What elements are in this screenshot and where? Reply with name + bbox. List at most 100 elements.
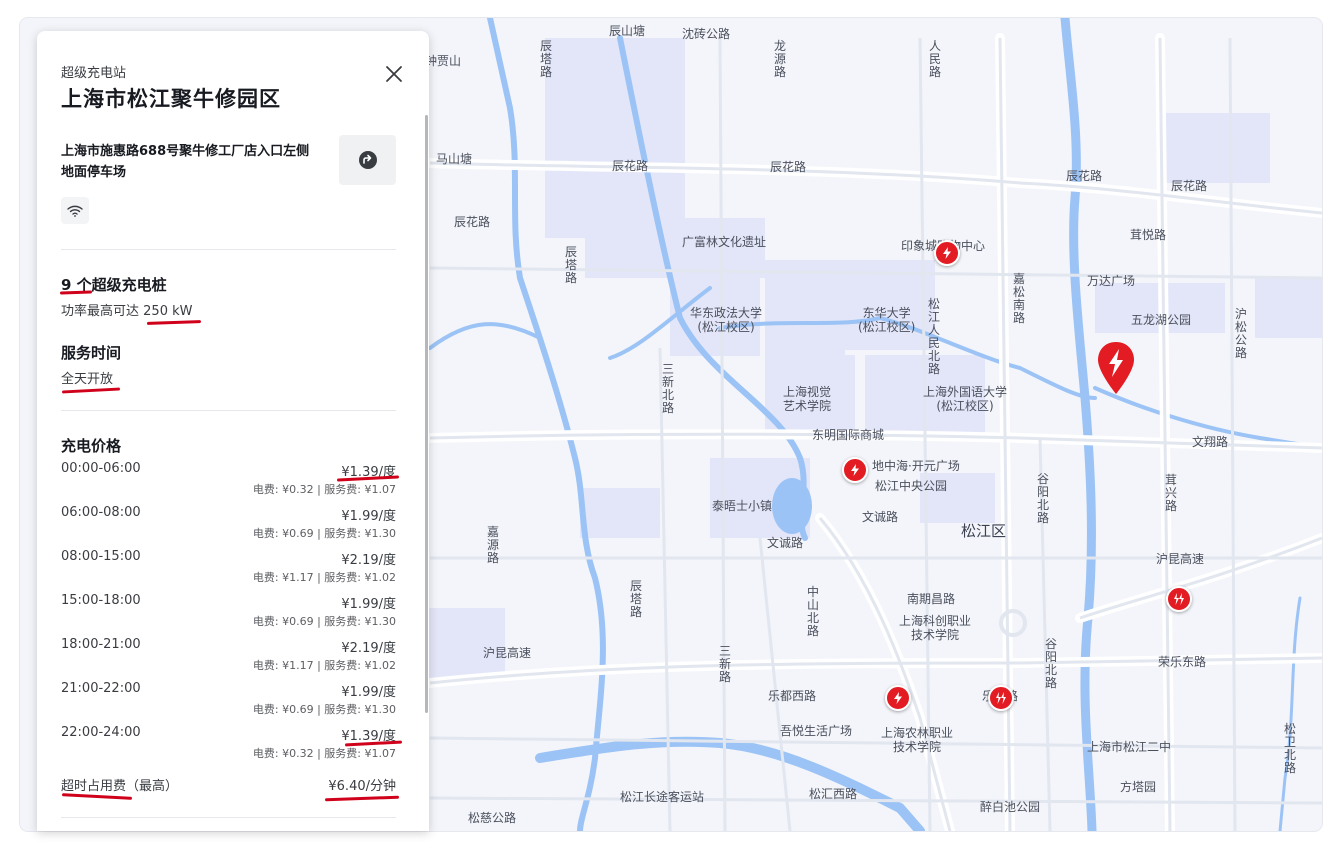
map-label: 上海市松江二中: [1087, 740, 1172, 754]
price-time-range: 21:00-22:00: [61, 681, 141, 696]
price-breakdown: 电费: ¥0.32 | 服务费: ¥1.07: [252, 483, 396, 496]
price-time-range: 15:00-18:00: [61, 593, 141, 608]
panel-scrollbar[interactable]: [425, 115, 428, 713]
selected-location-marker[interactable]: [1096, 340, 1136, 396]
map-label: 沪昆高速: [1156, 552, 1205, 566]
charger-pin[interactable]: [885, 685, 911, 711]
map-label: 辰花路: [1171, 179, 1208, 193]
map-label: 上海视觉 艺术学院: [783, 385, 832, 413]
map-label: 谷阳北路: [1036, 472, 1049, 525]
station-title: 上海市松江聚牛修园区: [61, 87, 281, 111]
price-time-range: 06:00-08:00: [61, 505, 141, 520]
map-label: 方塔园: [1120, 780, 1157, 794]
bolt-icon: [943, 247, 951, 259]
price-per-kwh: ¥1.99/度: [341, 597, 396, 612]
map-label: 龙源路: [773, 39, 786, 79]
map-label: 醉白池公园: [980, 800, 1041, 814]
map-label: 三新路: [718, 644, 731, 684]
map-label: 沪昆高速: [483, 646, 532, 660]
annotation-underline: [324, 795, 400, 802]
map-label: 地中海·开元广场: [872, 459, 960, 473]
map-label: 上海科创职业 技术学院: [899, 614, 972, 642]
double-bolt-icon: [996, 692, 1006, 704]
price-time-range: 08:00-15:00: [61, 549, 141, 564]
double-bolt-icon: [1174, 593, 1184, 605]
map-label: 辰塔路: [539, 39, 552, 79]
map-label: 东华大学 (松江校区): [858, 306, 916, 334]
bolt-icon: [894, 692, 902, 704]
map-label: 三新北路: [661, 362, 674, 415]
price-breakdown: 电费: ¥0.69 | 服务费: ¥1.30: [252, 527, 396, 540]
map-label: 五龙湖公园: [1131, 313, 1192, 327]
map-label: 华东政法大学 (松江校区): [690, 306, 763, 334]
directions-icon: [358, 151, 377, 169]
map-label: 乐都西路: [768, 689, 817, 703]
map-label: 辰山塘: [609, 24, 646, 38]
price-breakdown: 电费: ¥0.69 | 服务费: ¥1.30: [252, 615, 396, 628]
charger-pin-cluster[interactable]: [1166, 586, 1192, 612]
power-value: 250 kW: [143, 304, 193, 319]
map-label: 上海外国语大学 (松江校区): [923, 385, 1008, 413]
divider: [61, 410, 396, 411]
map-label: 荣乐东路: [1158, 655, 1207, 669]
map-label: 钟贾山: [425, 54, 462, 68]
map-label: 辰塔路: [629, 579, 642, 619]
price-breakdown: 电费: ¥0.32 | 服务费: ¥1.07: [252, 747, 396, 760]
map-label: 松汇西路: [809, 787, 858, 801]
annotation-underline: [61, 387, 121, 394]
map-label: 谷阳北路: [1044, 637, 1057, 690]
map-label: 南期昌路: [907, 592, 956, 606]
map-label: 吾悦生活广场: [780, 724, 853, 738]
map-label: 中山北路: [806, 585, 819, 638]
map-label: 嘉松南路: [1012, 272, 1025, 325]
idle-fee-note: （最高）: [126, 779, 179, 794]
price-per-kwh: ¥1.99/度: [341, 509, 396, 524]
divider: [61, 817, 396, 818]
stalls-label: 超级充电桩: [91, 276, 167, 294]
map-label: 人民路: [928, 39, 941, 79]
idle-fee-value: ¥6.40/分钟: [328, 779, 396, 794]
map-label: 茸兴路: [1164, 473, 1177, 513]
map-label: 文诚路: [862, 510, 899, 524]
map-label: 辰塔路: [564, 245, 577, 285]
map-label: 茸悦路: [1130, 228, 1167, 242]
map-label: 辰花路: [612, 159, 649, 173]
price-time-range: 00:00-06:00: [61, 461, 141, 476]
bolt-icon: [851, 464, 859, 476]
price-per-kwh: ¥2.19/度: [341, 641, 396, 656]
max-power: 功率最高可达 250 kW: [61, 300, 192, 319]
district-label: 松江区: [961, 522, 1007, 540]
close-icon[interactable]: [383, 63, 405, 85]
map-label: 辰花路: [1066, 169, 1103, 183]
map-label: 广富林文化遗址: [682, 235, 767, 249]
pricing-heading: 充电价格: [61, 437, 122, 455]
station-address: 上海市施惠路688号聚牛修工厂店入口左侧地面停车场: [61, 144, 310, 180]
map-label: 松江长途客运站: [620, 790, 705, 804]
station-info-panel: 超级充电站 上海市松江聚牛修园区 上海市施惠路688号聚牛修工厂店入口左侧地面停…: [37, 31, 429, 831]
wifi-icon: [67, 205, 83, 217]
charger-pin-cluster[interactable]: [988, 685, 1014, 711]
map-label: 东明国际商城: [812, 428, 885, 442]
price-breakdown: 电费: ¥1.17 | 服务费: ¥1.02: [252, 659, 396, 672]
price-time-range: 18:00-21:00: [61, 637, 141, 652]
annotation-underline: [61, 793, 133, 800]
directions-button[interactable]: [339, 135, 396, 185]
map-label: 文诚路: [767, 536, 804, 550]
idle-fee-label: 超时占用费: [61, 779, 127, 794]
map-label: 万达广场: [1087, 274, 1136, 288]
map-label: 沈砖公路: [682, 27, 731, 41]
charger-pin[interactable]: [934, 240, 960, 266]
map-label: 辰花路: [770, 160, 807, 174]
wifi-amenity: [61, 197, 89, 224]
divider: [61, 249, 396, 250]
price-time-range: 22:00-24:00: [61, 725, 141, 740]
map-label: 上海农林职业 技术学院: [881, 726, 954, 754]
power-prefix: 功率最高可达: [61, 304, 140, 319]
hours-value: 全天开放: [61, 372, 114, 387]
price-breakdown: 电费: ¥0.69 | 服务费: ¥1.30: [252, 703, 396, 716]
price-per-kwh: ¥1.99/度: [341, 685, 396, 700]
map-label: 沪松公路: [1234, 307, 1247, 360]
map-label: 嘉源路: [486, 525, 499, 565]
charger-pin[interactable]: [842, 457, 868, 483]
map-label: 泰晤士小镇: [712, 499, 773, 513]
